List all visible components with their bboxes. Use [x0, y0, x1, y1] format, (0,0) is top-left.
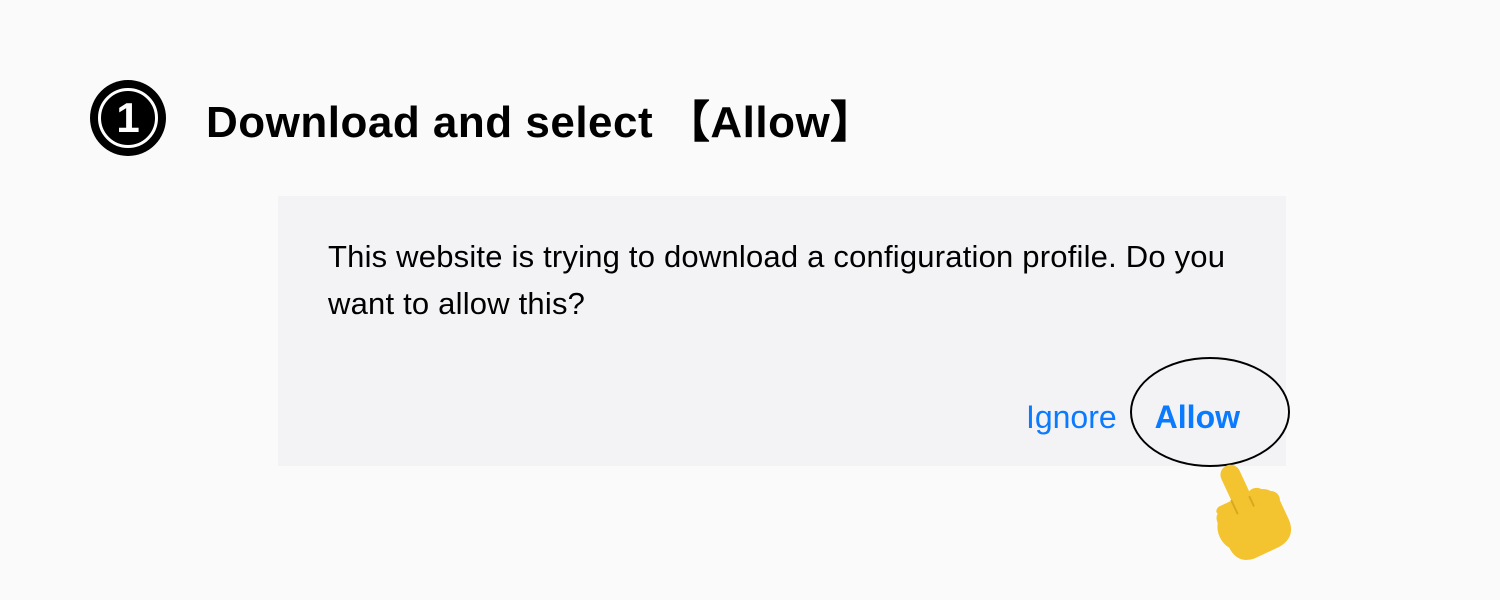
pointer-hand-icon [1190, 452, 1310, 572]
step-number-badge: 1 [90, 80, 166, 156]
step-number: 1 [116, 94, 139, 142]
dialog-message: This website is trying to download a con… [328, 234, 1236, 327]
dialog-button-row: Ignore Allow [1026, 399, 1240, 436]
allow-button[interactable]: Allow [1155, 399, 1240, 436]
step-header: 1 Download and select 【Allow】 [90, 80, 875, 156]
download-dialog: This website is trying to download a con… [278, 196, 1286, 466]
step-title: Download and select 【Allow】 [206, 86, 875, 150]
ignore-button[interactable]: Ignore [1026, 399, 1117, 436]
